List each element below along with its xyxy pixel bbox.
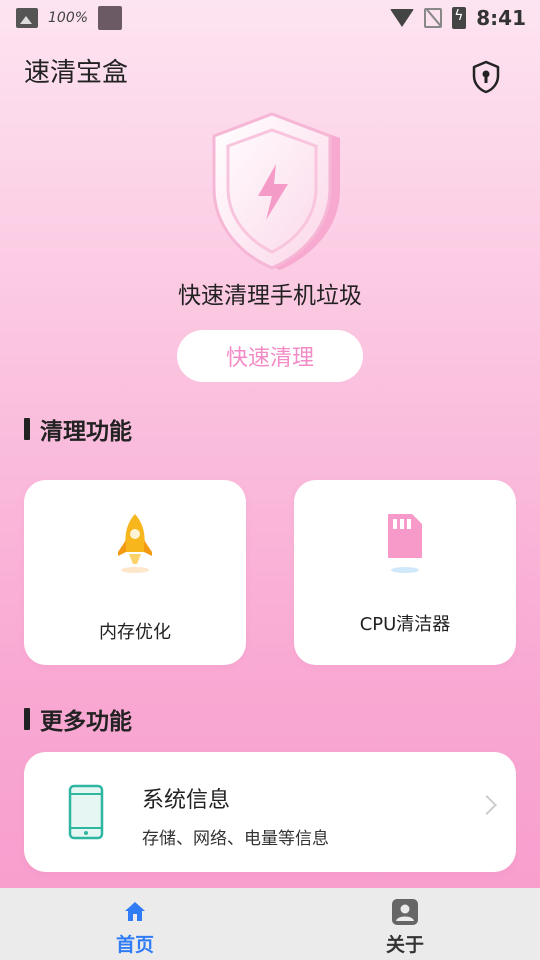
image-icon: [16, 8, 38, 28]
nav-home-label: 首页: [115, 934, 154, 956]
section-clean-label: 清理功能: [40, 419, 132, 445]
wifi-icon: [390, 9, 415, 27]
shield-lock-icon[interactable]: [470, 60, 502, 94]
home-icon: [123, 900, 147, 922]
system-info-subtitle: 存储、网络、电量等信息: [142, 829, 329, 849]
memory-optimize-label: 内存优化: [99, 622, 171, 643]
sd-card-icon: [382, 512, 428, 574]
status-bar: 100% 8:41: [0, 0, 540, 36]
section-more-label: 更多功能: [40, 709, 132, 735]
nav-home[interactable]: 首页: [0, 888, 270, 960]
system-info-item[interactable]: 系统信息 存储、网络、电量等信息: [24, 752, 516, 872]
section-clean-title: 清理功能: [24, 412, 132, 446]
person-card-icon: [391, 898, 419, 926]
app-square-icon: [98, 6, 123, 30]
memory-optimize-card[interactable]: 内存优化: [24, 480, 246, 665]
section-more-title: 更多功能: [24, 702, 132, 736]
section-bar: [24, 708, 30, 730]
system-info-title: 系统信息: [142, 788, 231, 813]
battery-charging-icon: [452, 7, 467, 29]
battery-percent: 100%: [48, 10, 89, 26]
app-title: 速清宝盒: [24, 58, 129, 88]
status-right: 8:41: [390, 6, 526, 30]
chevron-right-icon: [477, 795, 497, 815]
status-left: 100%: [16, 6, 123, 30]
phone-icon: [68, 784, 104, 840]
cpu-cleaner-card[interactable]: CPU清洁器: [294, 480, 516, 665]
lightning-shield-icon: [200, 110, 345, 275]
quick-clean-button[interactable]: 快速清理: [177, 330, 363, 382]
cpu-cleaner-label: CPU清洁器: [359, 614, 451, 635]
bottom-nav: 首页 关于: [0, 888, 540, 960]
no-sim-icon: [424, 8, 443, 28]
rocket-icon: [110, 512, 160, 574]
hero-text: 快速清理手机垃圾: [178, 283, 362, 309]
clock: 8:41: [476, 6, 526, 30]
nav-about-label: 关于: [385, 934, 424, 956]
nav-about[interactable]: 关于: [270, 888, 540, 960]
section-bar: [24, 418, 30, 440]
